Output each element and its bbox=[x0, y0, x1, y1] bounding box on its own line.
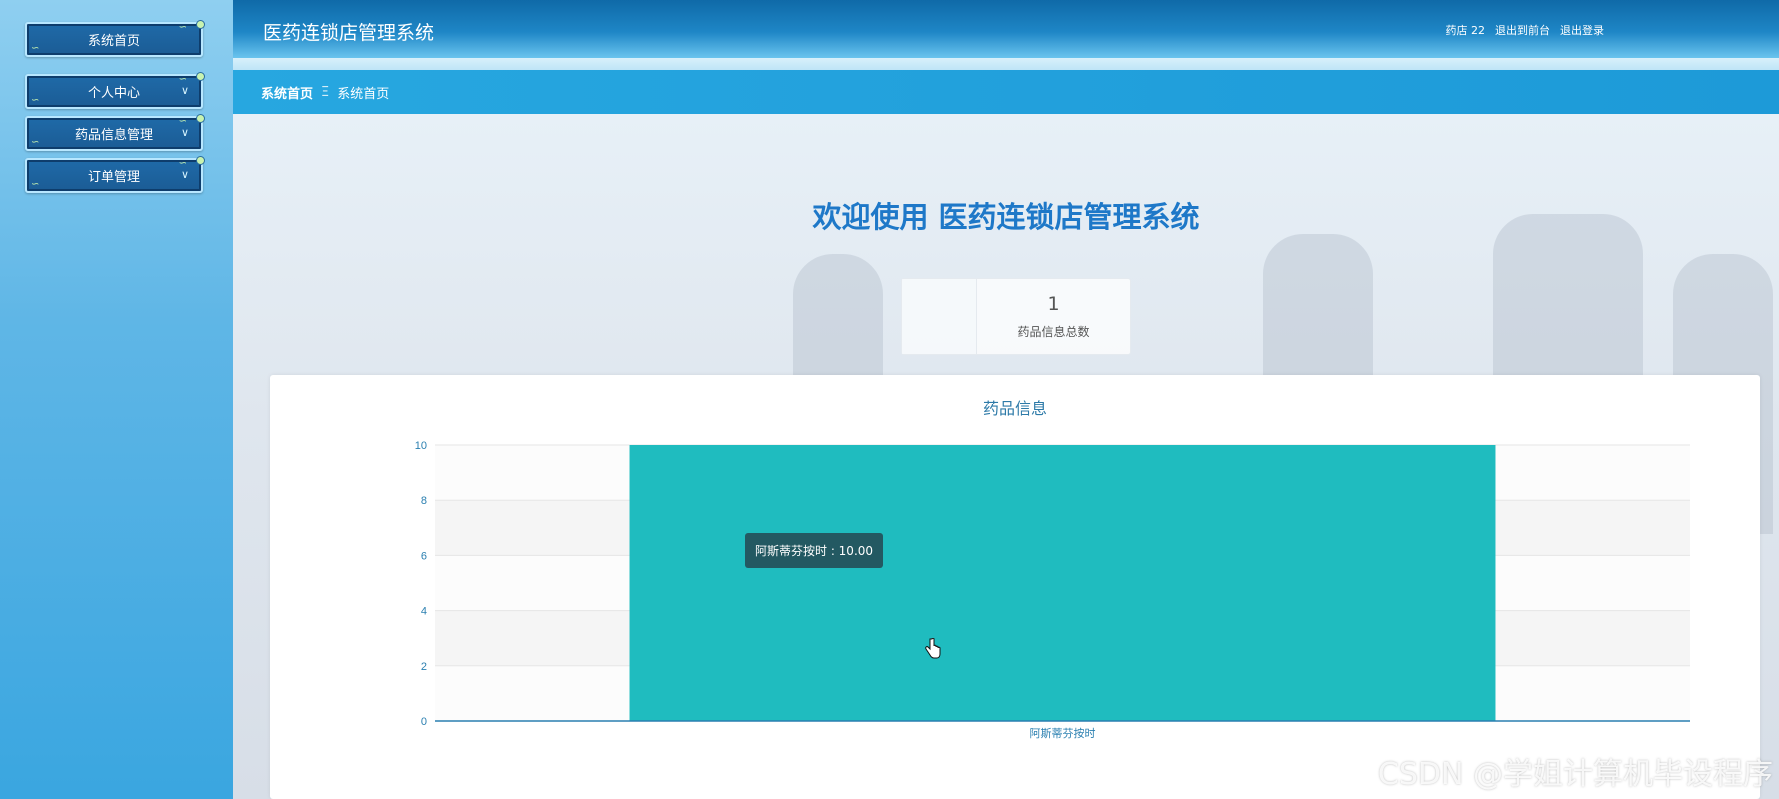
sidebar-item-orders[interactable]: ∽ ∽ ∨ 订单管理 bbox=[25, 156, 205, 193]
back-to-front-link[interactable]: 退出到前台 bbox=[1495, 22, 1550, 38]
chevron-down-icon: ∨ bbox=[180, 84, 189, 97]
ornament-icon: ∽ bbox=[178, 22, 187, 33]
y-tick-label: 4 bbox=[421, 606, 427, 618]
y-tick-label: 10 bbox=[415, 440, 427, 452]
sidebar-item-home[interactable]: ∽ ∽ 系统首页 bbox=[25, 20, 205, 57]
stat-label: 药品信息总数 bbox=[1017, 325, 1090, 339]
breadcrumb-home-link[interactable]: 系统首页 bbox=[261, 83, 313, 102]
bar-chart: 0 2 4 6 8 10 阿斯蒂芬按时 bbox=[415, 440, 1690, 740]
sidebar-item-personal[interactable]: ∽ ∽ ∨ 个人中心 bbox=[25, 72, 205, 109]
watermark: CSDN @学姐计算机毕设程序 bbox=[1377, 757, 1773, 792]
stat-value: 1 bbox=[1047, 293, 1060, 315]
dot-icon bbox=[196, 72, 205, 81]
x-tick-label: 阿斯蒂芬按时 bbox=[1030, 726, 1096, 740]
sidebar-item-label: 系统首页 bbox=[87, 34, 140, 49]
stat-icon bbox=[902, 279, 977, 354]
welcome-heading: 欢迎使用 医药连锁店管理系统 bbox=[812, 200, 1200, 234]
y-tick-label: 0 bbox=[421, 716, 427, 728]
header-divider bbox=[233, 58, 1779, 70]
hand-cursor-icon bbox=[925, 638, 941, 659]
breadcrumb-separator: Ξ bbox=[321, 84, 330, 100]
sidebar-item-drug-info[interactable]: ∽ ∽ ∨ 药品信息管理 bbox=[25, 114, 205, 151]
chart-panel: 药品信息 0 2 4 6 8 10 阿斯蒂芬按时 bbox=[270, 375, 1760, 799]
sidebar-item-label: 个人中心 bbox=[87, 86, 140, 101]
chevron-down-icon: ∨ bbox=[180, 168, 189, 181]
main-content: 欢迎使用 医药连锁店管理系统 1 药品信息总数 药品信息 0 2 4 6 8 10 阿斯蒂芬… bbox=[233, 114, 1779, 799]
y-tick-label: 6 bbox=[421, 550, 427, 562]
top-header: 医药连锁店管理系统 药店 22 退出到前台 退出登录 bbox=[233, 0, 1779, 58]
ornament-icon: ∽ bbox=[31, 137, 40, 148]
ornament-icon: ∽ bbox=[31, 179, 40, 190]
sidebar: ∽ ∽ 系统首页 ∽ ∽ ∨ 个人中心 ∽ ∽ ∨ 药品信息管理 ∽ ∽ ∨ 订… bbox=[0, 0, 233, 799]
top-links: 药店 22 退出到前台 退出登录 bbox=[1446, 22, 1605, 38]
sidebar-item-label: 订单管理 bbox=[87, 170, 140, 185]
ornament-icon: ∽ bbox=[31, 95, 40, 106]
dot-icon bbox=[196, 156, 205, 165]
dot-icon bbox=[196, 114, 205, 123]
sidebar-item-label: 药品信息管理 bbox=[74, 128, 153, 143]
stat-card: 1 药品信息总数 bbox=[901, 278, 1131, 355]
app-title: 医药连锁店管理系统 bbox=[263, 22, 435, 44]
chart-tooltip: 阿斯蒂芬按时 : 10.00 bbox=[745, 533, 884, 568]
breadcrumb: 系统首页 Ξ 系统首页 bbox=[233, 70, 1779, 114]
dot-icon bbox=[196, 20, 205, 29]
y-tick-label: 2 bbox=[421, 661, 427, 673]
logout-link[interactable]: 退出登录 bbox=[1560, 22, 1604, 38]
chevron-down-icon: ∨ bbox=[180, 126, 189, 139]
breadcrumb-current: 系统首页 bbox=[337, 86, 390, 102]
y-tick-label: 8 bbox=[421, 495, 427, 507]
bar bbox=[629, 445, 1496, 721]
current-user: 药店 22 bbox=[1445, 24, 1486, 37]
ornament-icon: ∽ bbox=[31, 43, 40, 54]
